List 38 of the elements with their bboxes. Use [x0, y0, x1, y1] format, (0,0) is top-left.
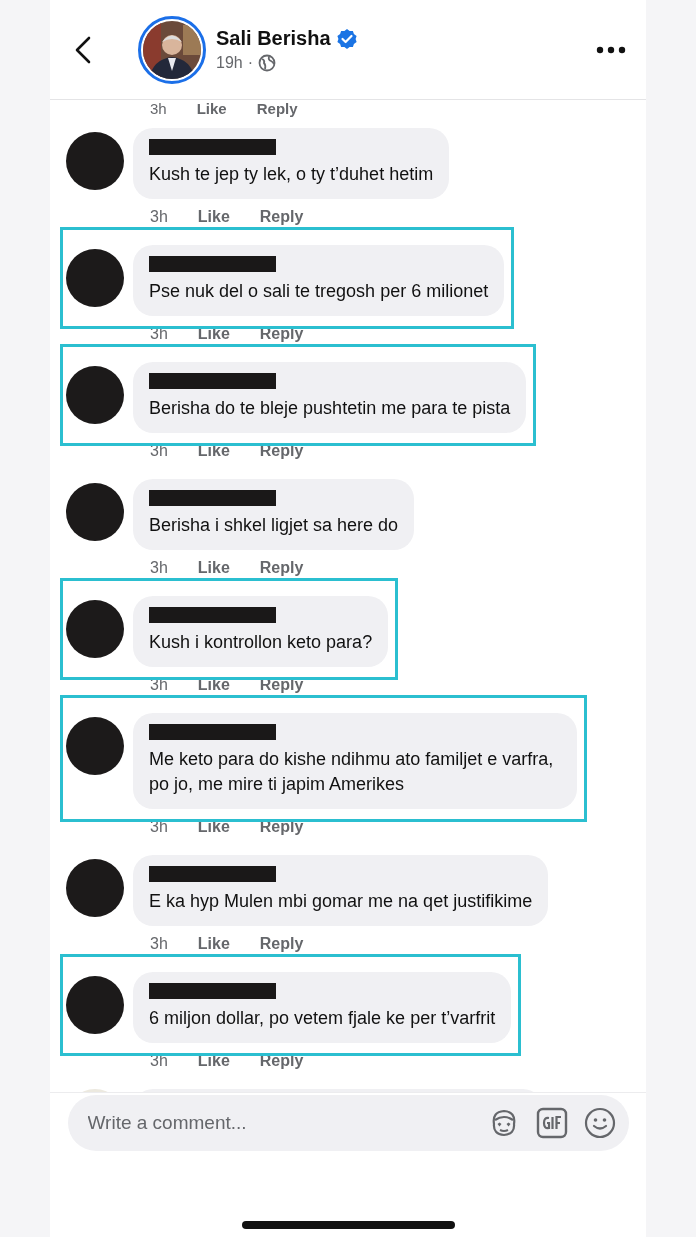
commenter-avatar[interactable] [66, 483, 124, 541]
comment-time: 3h [150, 559, 168, 578]
like-link[interactable]: Like [197, 935, 230, 955]
like-link[interactable]: Like [197, 208, 230, 228]
separator-dot: · [247, 54, 254, 72]
profile-avatar[interactable] [138, 15, 206, 84]
comment-input[interactable]: Write a comment... [85, 1111, 473, 1135]
comment-time: 3h [150, 935, 168, 954]
comment-text: Kush i kontrollon keto para? [149, 631, 373, 654]
comment-text: Pse nuk del o sali te tregosh per 6 milionet [149, 280, 489, 303]
commenter-avatar[interactable] [66, 132, 124, 190]
reply-link[interactable]: Reply [256, 100, 298, 118]
comment-field[interactable]: Write a comment... [67, 1095, 629, 1151]
comment-text: E ka hyp Mulen mbi gomar me na qet justifikime [149, 890, 533, 913]
commenter-avatar[interactable] [66, 717, 124, 775]
comment-text: Berisha do te bleje pushtetin me para te pista [149, 397, 511, 420]
reply-link[interactable]: Reply [259, 208, 304, 228]
more-icon[interactable] [596, 45, 626, 54]
reply-link[interactable]: Reply [259, 559, 304, 579]
like-link[interactable]: Like [196, 100, 227, 118]
commenter-avatar[interactable] [66, 976, 124, 1034]
emoji-icon[interactable] [582, 1106, 617, 1140]
comment-time: 3h [150, 100, 167, 118]
comment-text: Me keto para do kishe ndihmu ato familjet e varfra, po jo, me mire ti japim Amerikes [149, 748, 555, 796]
comment-text: 6 miljon dollar, po vetem fjale ke per t’varfrit [149, 1007, 496, 1030]
profile-name[interactable]: Sali Berisha [216, 27, 331, 50]
comment-text: Kush te jep ty lek, o ty t’duhet hetim [149, 163, 434, 186]
commenter-avatar[interactable] [66, 600, 124, 658]
commenter-avatar[interactable] [66, 366, 124, 424]
commenter-avatar[interactable] [66, 859, 124, 917]
like-link[interactable]: Like [197, 559, 230, 579]
comment-text: Berisha i shkel ligjet sa here do [149, 514, 399, 537]
gif-icon[interactable] [534, 1106, 569, 1140]
globe-icon [258, 54, 277, 72]
comment-time: 3h [150, 208, 168, 227]
post-time: 19h [216, 54, 243, 72]
commenter-avatar[interactable] [66, 249, 124, 307]
reply-link[interactable]: Reply [259, 935, 304, 955]
